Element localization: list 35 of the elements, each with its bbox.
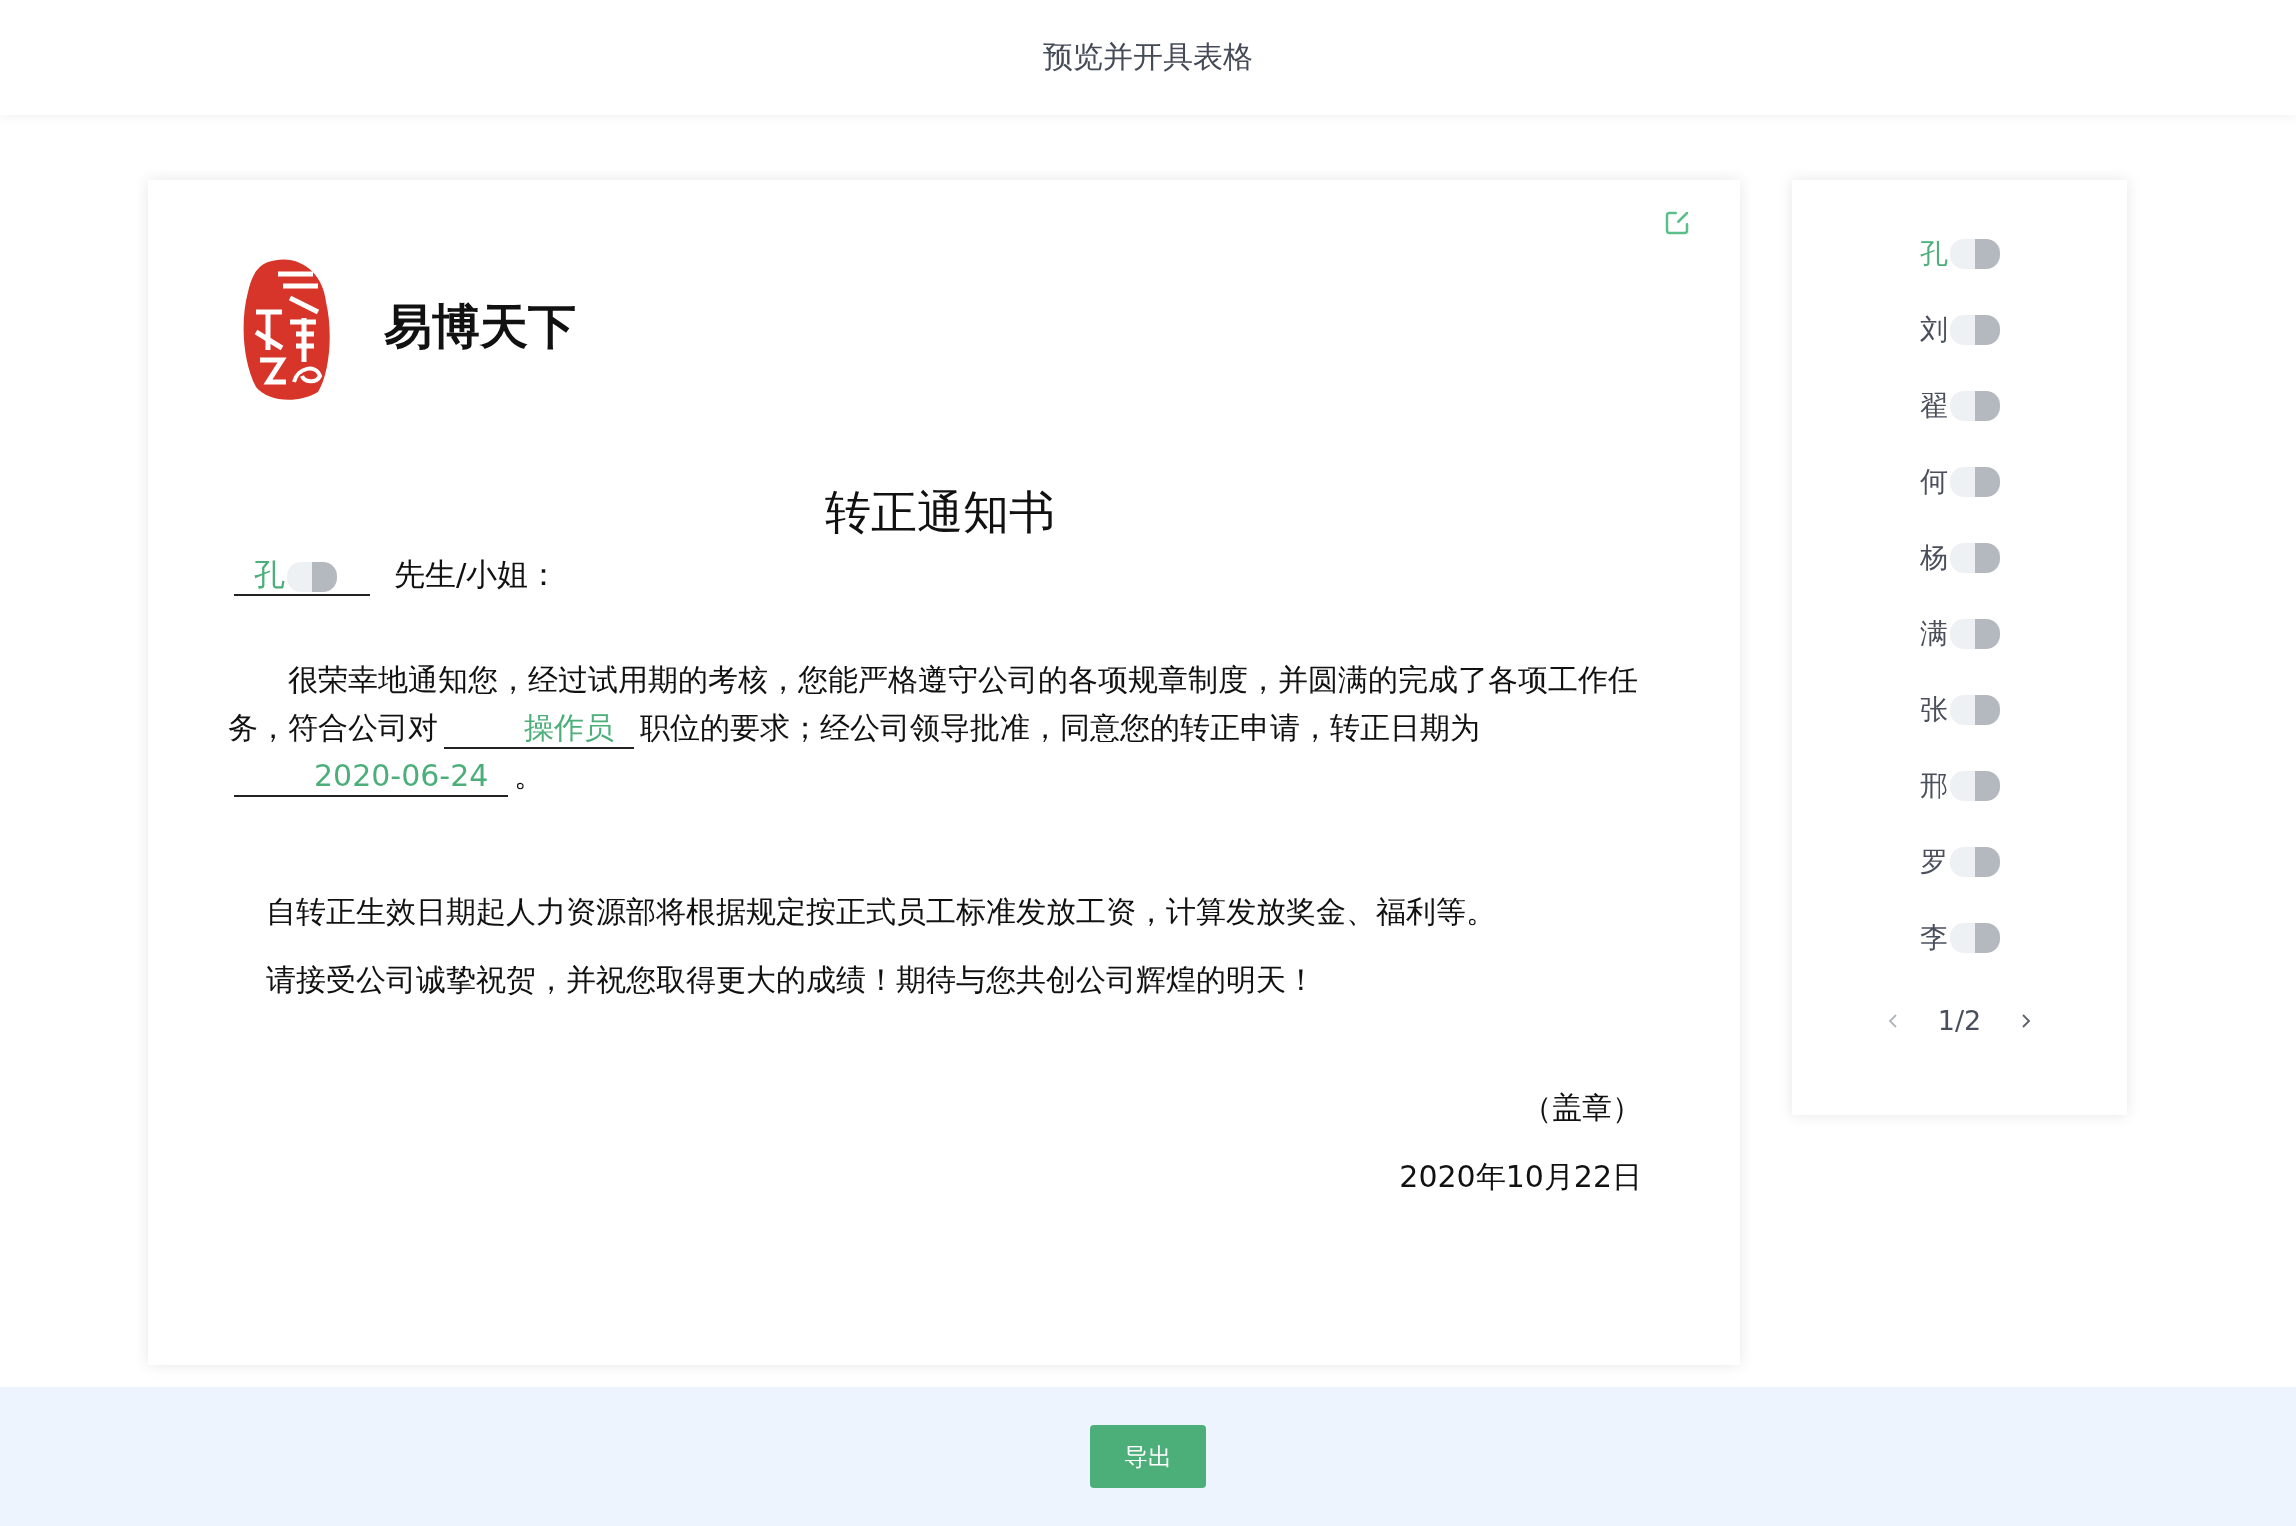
position-blank: 操作员 <box>444 708 634 750</box>
employee-item[interactable]: 杨 <box>1919 539 2000 577</box>
blurred-patch <box>1949 847 2000 877</box>
employee-item[interactable]: 李 <box>1919 919 2000 957</box>
issue-date: 2020年10月22日 <box>1399 1158 1642 1197</box>
page-indicator: 1/2 <box>1937 1005 1982 1036</box>
company-name: 易博天下 <box>384 297 576 356</box>
blurred-patch <box>287 561 337 592</box>
chevron-right-icon[interactable] <box>2021 1012 2032 1029</box>
employee-item[interactable]: 张 <box>1919 691 2000 729</box>
blurred-patch <box>1949 467 2000 497</box>
blurred-patch <box>1949 239 2000 269</box>
blurred-patch <box>1949 923 2000 953</box>
blurred-patch <box>1949 391 2000 421</box>
notice-paragraph: 很荣幸地通知您，经过试用期的考核，您能严格遵守公司的各项规章制度，并圆满的完成了各项工作任务，符合公司对 操作员 职位的要求；经公司领导批准，同意您的转正申请，转正日期为 2020-06-24 。 <box>228 656 1652 801</box>
chevron-left-icon[interactable] <box>1887 1012 1898 1029</box>
employee-item[interactable]: 翟 <box>1919 387 2000 425</box>
employee-item[interactable]: 刘 <box>1919 311 2000 349</box>
blurred-patch <box>1949 771 2000 801</box>
recipient-name: 孔 <box>234 554 370 597</box>
date-blank: 2020-06-24 <box>234 756 509 798</box>
blurred-patch <box>1949 543 2000 573</box>
seal-text: （盖章） <box>1522 1089 1642 1128</box>
congrats-paragraph: 请接受公司诚挚祝贺，并祝您取得更大的成绩！期待与您共创公司辉煌的明天！ <box>265 961 1317 1000</box>
employee-item[interactable]: 何 <box>1919 463 2000 501</box>
blurred-patch <box>1949 315 2000 345</box>
employee-item[interactable]: 邢 <box>1919 767 2000 805</box>
blurred-patch <box>1949 619 2000 649</box>
salutation: 先生/小姐： <box>394 555 560 595</box>
employee-item[interactable]: 罗 <box>1919 843 2000 881</box>
document-title: 转正通知书 <box>824 484 1056 541</box>
employee-item[interactable]: 满 <box>1919 615 2000 653</box>
salary-paragraph: 自转正生效日期起人力资源部将根据规定按正式员工标准发放工资，计算发放奖金、福利等。 <box>265 893 1497 932</box>
page-title: 预览并开具表格 <box>1043 38 1253 76</box>
blurred-patch <box>1949 695 2000 725</box>
